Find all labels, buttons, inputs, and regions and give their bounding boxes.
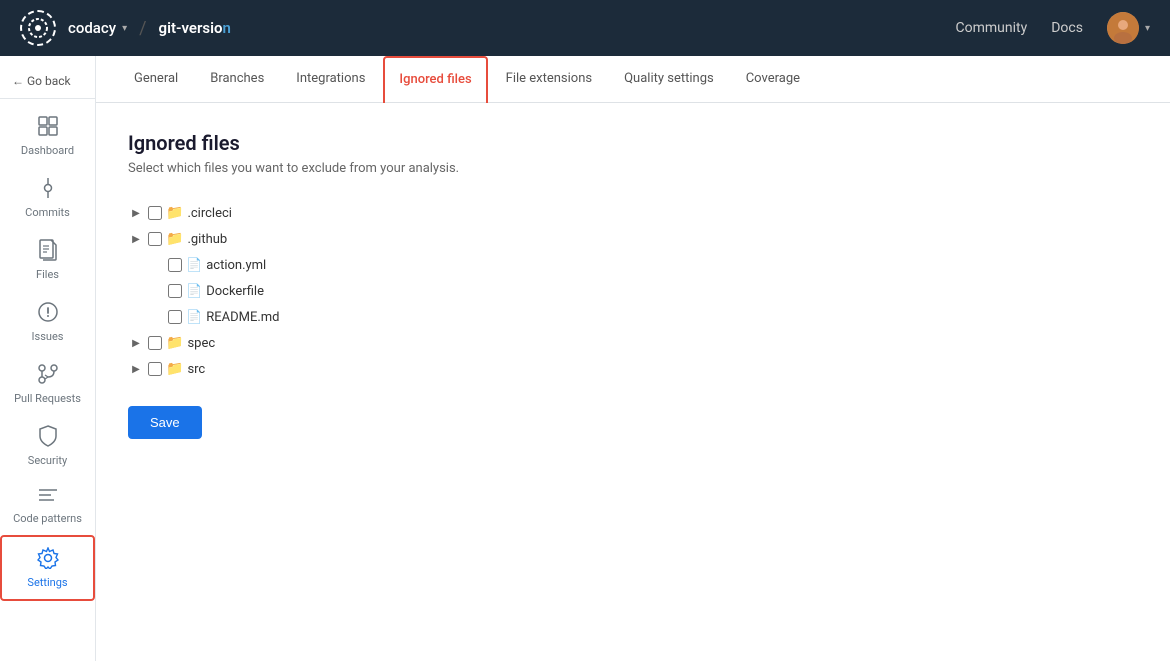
avatar bbox=[1107, 12, 1139, 44]
tree-row-dockerfile: ▶ 📄 Dockerfile bbox=[128, 278, 1138, 304]
settings-icon bbox=[37, 547, 59, 572]
sidebar-item-code-patterns[interactable]: Code patterns bbox=[0, 477, 95, 535]
tab-branches[interactable]: Branches bbox=[196, 57, 278, 102]
toggle-spec[interactable]: ▶ bbox=[128, 335, 144, 351]
sidebar-item-commits[interactable]: Commits bbox=[0, 167, 95, 229]
checkbox-action-yml[interactable] bbox=[168, 258, 182, 272]
tab-coverage[interactable]: Coverage bbox=[732, 57, 814, 102]
filename-action-yml: action.yml bbox=[206, 258, 266, 273]
toggle-src[interactable]: ▶ bbox=[128, 361, 144, 377]
filename-src: src bbox=[187, 362, 205, 377]
issues-icon bbox=[37, 301, 59, 326]
docs-link[interactable]: Docs bbox=[1051, 20, 1083, 36]
brand-dropdown[interactable]: codacy ▾ bbox=[68, 19, 127, 37]
code-patterns-label: Code patterns bbox=[13, 512, 82, 525]
pull-requests-icon bbox=[37, 363, 59, 388]
checkbox-circleci[interactable] bbox=[148, 206, 162, 220]
nav-separator: / bbox=[139, 18, 146, 39]
user-caret-icon: ▾ bbox=[1145, 23, 1150, 34]
filename-dockerfile: Dockerfile bbox=[206, 284, 264, 299]
page-title: Ignored files bbox=[128, 131, 1138, 155]
sidebar-item-files[interactable]: Files bbox=[0, 229, 95, 291]
save-button[interactable]: Save bbox=[128, 406, 202, 439]
toggle-github[interactable]: ▶ bbox=[128, 231, 144, 247]
checkbox-spec[interactable] bbox=[148, 336, 162, 350]
repo-name: git-version bbox=[159, 19, 231, 37]
settings-label: Settings bbox=[27, 576, 67, 589]
topnav: codacy ▾ / git-version Community Docs ▾ bbox=[0, 0, 1170, 56]
sidebar-item-security[interactable]: Security bbox=[0, 415, 95, 477]
sidebar-item-dashboard[interactable]: Dashboard bbox=[0, 105, 95, 167]
folder-icon-spec: 📁 bbox=[166, 335, 183, 351]
logo-icon bbox=[20, 10, 56, 46]
tree-row-src: ▶ 📁 src bbox=[128, 356, 1138, 382]
tab-file-extensions[interactable]: File extensions bbox=[492, 57, 606, 102]
topnav-right: Community Docs ▾ bbox=[956, 12, 1150, 44]
security-icon bbox=[38, 425, 58, 450]
tree-row-circleci: ▶ 📁 .circleci bbox=[128, 200, 1138, 226]
issues-label: Issues bbox=[32, 330, 64, 343]
filename-spec: spec bbox=[187, 336, 215, 351]
filename-readme: README.md bbox=[206, 310, 279, 325]
tree-row-spec: ▶ 📁 spec bbox=[128, 330, 1138, 356]
sidebar-item-settings[interactable]: Settings bbox=[0, 535, 95, 601]
checkbox-dockerfile[interactable] bbox=[168, 284, 182, 298]
folder-icon-github: 📁 bbox=[166, 231, 183, 247]
checkbox-github[interactable] bbox=[148, 232, 162, 246]
settings-tabs: General Branches Integrations Ignored fi… bbox=[96, 56, 1170, 103]
file-icon-readme: 📄 bbox=[186, 310, 202, 325]
folder-icon-src: 📁 bbox=[166, 361, 183, 377]
commits-label: Commits bbox=[25, 206, 70, 219]
tab-general[interactable]: General bbox=[120, 57, 192, 102]
pull-requests-label: Pull Requests bbox=[14, 392, 81, 405]
ignored-files-content: Ignored files Select which files you wan… bbox=[96, 103, 1170, 467]
brand-name: codacy bbox=[68, 19, 116, 37]
brand-caret-icon: ▾ bbox=[122, 23, 127, 34]
main-content: General Branches Integrations Ignored fi… bbox=[96, 56, 1170, 661]
security-label: Security bbox=[28, 454, 67, 467]
checkbox-readme[interactable] bbox=[168, 310, 182, 324]
user-menu[interactable]: ▾ bbox=[1107, 12, 1150, 44]
code-patterns-icon bbox=[37, 487, 59, 508]
filename-github: .github bbox=[187, 232, 227, 247]
filename-circleci: .circleci bbox=[187, 206, 232, 221]
folder-icon-circleci: 📁 bbox=[166, 205, 183, 221]
dashboard-icon bbox=[37, 115, 59, 140]
repo-highlight: n bbox=[223, 19, 231, 37]
tree-row-readme: ▶ 📄 README.md bbox=[128, 304, 1138, 330]
back-button[interactable]: ← Go back bbox=[0, 64, 95, 99]
files-label: Files bbox=[36, 268, 59, 281]
toggle-circleci[interactable]: ▶ bbox=[128, 205, 144, 221]
tab-quality-settings[interactable]: Quality settings bbox=[610, 57, 728, 102]
sidebar-item-issues[interactable]: Issues bbox=[0, 291, 95, 353]
tab-integrations[interactable]: Integrations bbox=[282, 57, 379, 102]
checkbox-src[interactable] bbox=[148, 362, 162, 376]
files-icon bbox=[38, 239, 58, 264]
sidebar: ← Go back Dashboard Commits bbox=[0, 56, 96, 661]
tree-row-github: ▶ 📁 .github bbox=[128, 226, 1138, 252]
sidebar-item-pull-requests[interactable]: Pull Requests bbox=[0, 353, 95, 415]
file-icon-action-yml: 📄 bbox=[186, 258, 202, 273]
tab-ignored-files[interactable]: Ignored files bbox=[383, 56, 487, 103]
community-link[interactable]: Community bbox=[956, 20, 1028, 36]
commits-icon bbox=[37, 177, 59, 202]
page-subtitle: Select which files you want to exclude f… bbox=[128, 161, 1138, 176]
tree-row-action-yml: ▶ 📄 action.yml bbox=[128, 252, 1138, 278]
file-tree: ▶ 📁 .circleci ▶ 📁 .github ▶ bbox=[128, 200, 1138, 382]
dashboard-label: Dashboard bbox=[21, 144, 74, 157]
file-icon-dockerfile: 📄 bbox=[186, 284, 202, 299]
layout: ← Go back Dashboard Commits bbox=[0, 56, 1170, 661]
